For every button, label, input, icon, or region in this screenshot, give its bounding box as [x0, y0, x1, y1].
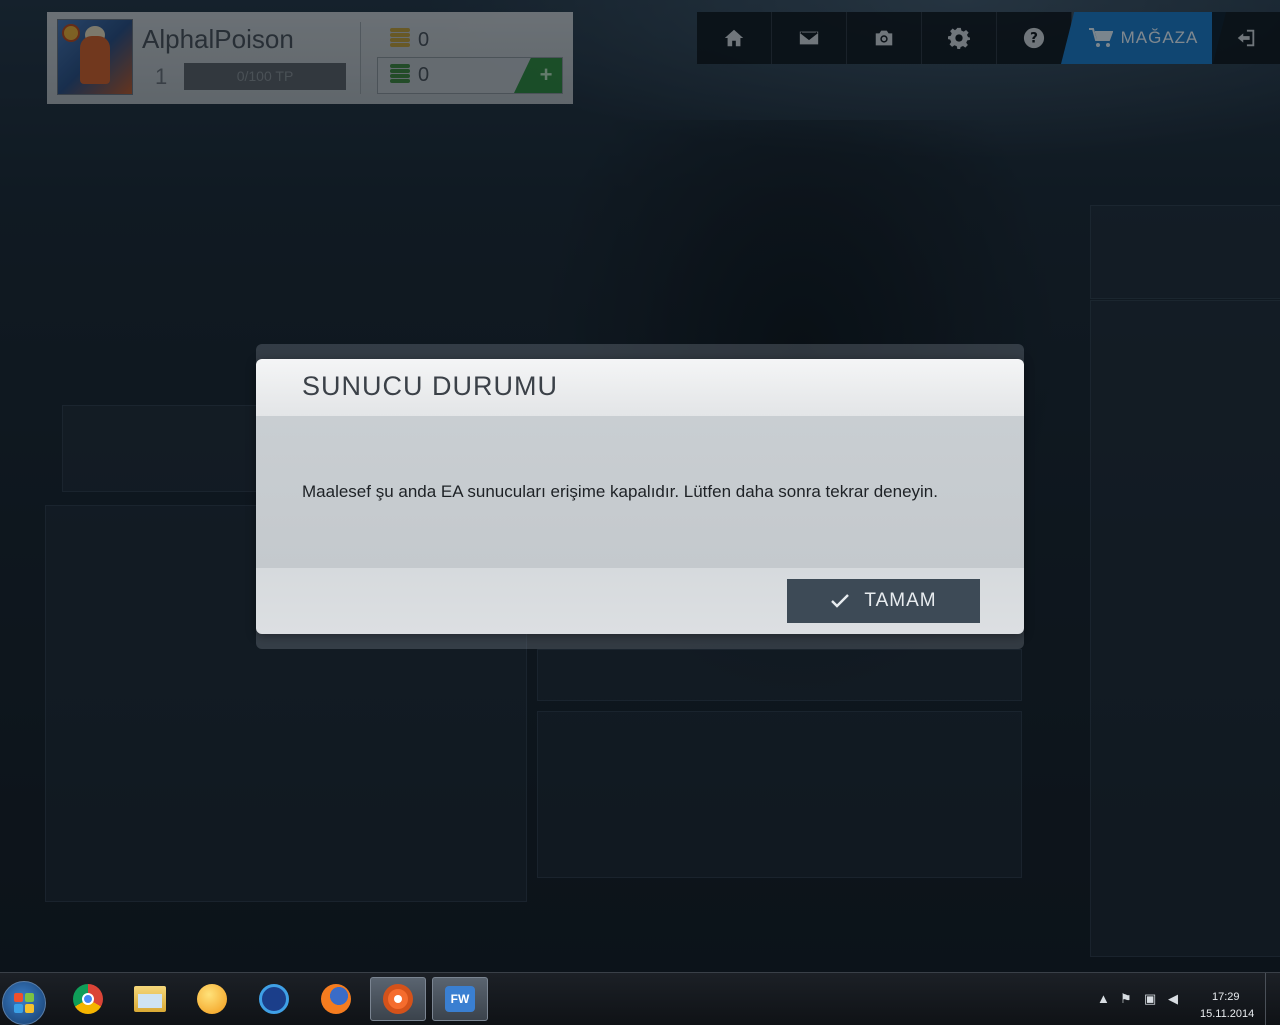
volume-icon[interactable]: ◀	[1168, 991, 1178, 1007]
chrome-icon	[73, 984, 103, 1014]
firefox-icon	[321, 984, 351, 1014]
dialog-header: SUNUCU DURUMU	[256, 359, 1024, 416]
checkmark-icon	[831, 594, 850, 608]
taskbar-ccleaner[interactable]	[246, 977, 302, 1021]
show-desktop-button[interactable]	[1265, 973, 1280, 1025]
messenger-icon	[197, 984, 227, 1014]
show-hidden-icons-icon[interactable]: ▲	[1097, 991, 1110, 1006]
fifaworld-icon: FW	[445, 986, 475, 1012]
windows-logo-green	[25, 993, 34, 1002]
start-button[interactable]	[2, 981, 46, 1025]
dialog-message: Maalesef şu anda EA sunucuları erişime k…	[302, 482, 938, 501]
clock-date[interactable]: 15.11.2014	[1200, 1008, 1254, 1020]
dialog-footer: TAMAM	[256, 568, 1024, 634]
dialog-title: SUNUCU DURUMU	[302, 371, 558, 401]
origin-icon	[383, 984, 413, 1014]
ok-label: TAMAM	[864, 590, 937, 611]
server-status-dialog: SUNUCU DURUMU Maalesef şu anda EA sunucu…	[256, 359, 1024, 634]
action-center-flag-icon[interactable]: ⚑	[1120, 991, 1132, 1007]
taskbar-messenger[interactable]	[184, 977, 240, 1021]
windows-logo-blue	[14, 1004, 23, 1013]
taskbar: FW ▲ ⚑ ▣ ◀ 17:29 15.11.2014	[0, 972, 1280, 1025]
clock-time[interactable]: 17:29	[1212, 991, 1240, 1003]
taskbar-origin[interactable]	[370, 977, 426, 1021]
taskbar-explorer[interactable]	[122, 977, 178, 1021]
taskbar-firefox[interactable]	[308, 977, 364, 1021]
explorer-icon	[134, 986, 166, 1012]
windows-logo-yellow	[25, 1004, 34, 1013]
windows-logo-red	[14, 993, 23, 1002]
taskbar-fifaworld[interactable]: FW	[432, 977, 488, 1021]
ccleaner-icon	[259, 984, 289, 1014]
ok-button[interactable]: TAMAM	[787, 579, 980, 623]
taskbar-chrome[interactable]	[60, 977, 116, 1021]
network-icon[interactable]: ▣	[1144, 991, 1156, 1007]
